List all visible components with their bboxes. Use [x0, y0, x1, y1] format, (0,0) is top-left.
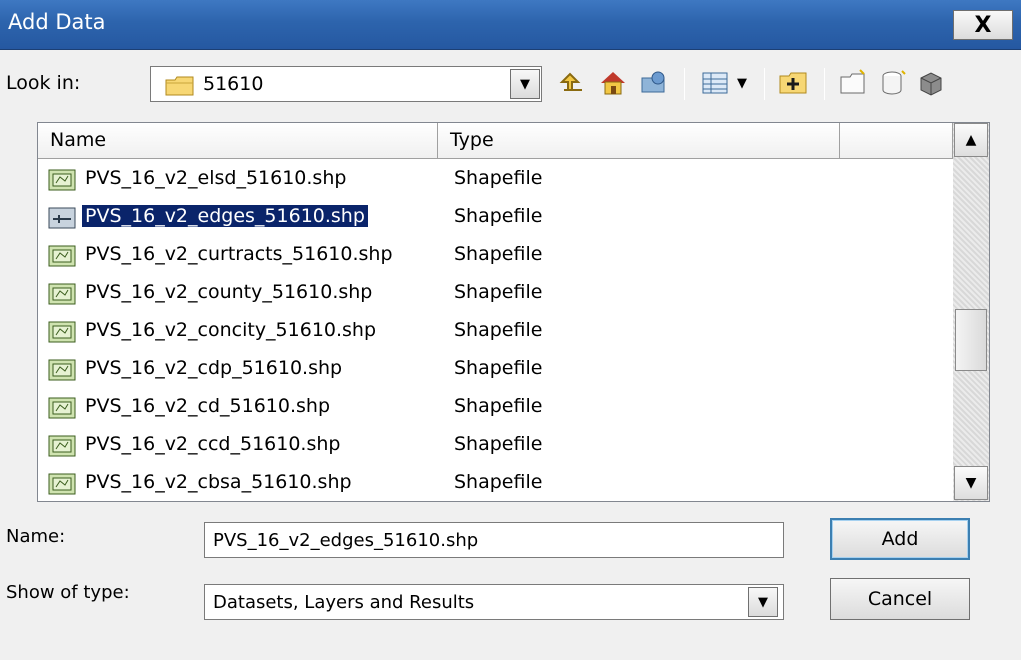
toolbar-separator: [824, 68, 825, 100]
file-name: PVS_16_v2_curtracts_51610.shp: [85, 243, 393, 265]
list-item[interactable]: PVS_16_v2_cbsa_51610.shp Shapefile: [38, 465, 953, 501]
list-header: Name Type: [38, 123, 953, 159]
file-name: PVS_16_v2_edges_51610.shp: [81, 204, 369, 228]
list-item[interactable]: PVS_16_v2_cd_51610.shp Shapefile: [38, 389, 953, 427]
polygon-shapefile-icon: [48, 169, 76, 191]
file-type: Shapefile: [454, 205, 543, 227]
up-one-level-icon[interactable]: [556, 66, 590, 100]
line-shapefile-icon: [48, 207, 76, 229]
add-folder-connection-icon[interactable]: [776, 66, 810, 100]
polygon-shapefile-icon: [48, 283, 76, 305]
file-type: Shapefile: [454, 243, 543, 265]
file-name: PVS_16_v2_cd_51610.shp: [85, 395, 331, 417]
new-geodatabase-icon[interactable]: [876, 66, 910, 100]
file-type: Shapefile: [454, 395, 543, 417]
file-name: PVS_16_v2_cbsa_51610.shp: [85, 471, 352, 493]
list-item[interactable]: PVS_16_v2_ccd_51610.shp Shapefile: [38, 427, 953, 465]
show-of-type-dropdown[interactable]: Datasets, Layers and Results: [204, 584, 784, 620]
file-list[interactable]: Name Type PVS_16_v2_elsd_51610.shp Shapef…: [37, 122, 990, 502]
show-of-type-dropdown-arrow[interactable]: ▼: [748, 587, 778, 617]
show-of-type-label: Show of type:: [6, 582, 130, 603]
scroll-thumb[interactable]: [955, 309, 987, 371]
vertical-scrollbar[interactable]: ▲ ▼: [953, 123, 989, 501]
file-type: Shapefile: [454, 471, 543, 493]
file-type: Shapefile: [454, 433, 543, 455]
polygon-shapefile-icon: [48, 321, 76, 343]
scroll-up-button[interactable]: ▲: [954, 123, 988, 157]
file-name: PVS_16_v2_concity_51610.shp: [85, 319, 377, 341]
file-type: Shapefile: [454, 357, 543, 379]
toolbar-separator: [684, 68, 685, 100]
list-item[interactable]: PVS_16_v2_concity_51610.shp Shapefile: [38, 313, 953, 351]
cancel-button[interactable]: Cancel: [830, 578, 970, 620]
file-name: PVS_16_v2_cdp_51610.shp: [85, 357, 343, 379]
polygon-shapefile-icon: [48, 473, 76, 495]
polygon-shapefile-icon: [48, 397, 76, 419]
view-menu-icon[interactable]: [698, 66, 732, 100]
list-item[interactable]: PVS_16_v2_elsd_51610.shp Shapefile: [38, 161, 953, 199]
list-item[interactable]: PVS_16_v2_curtracts_51610.shp Shapefile: [38, 237, 953, 275]
look-in-dropdown[interactable]: 51610: [150, 66, 542, 102]
column-header-extra[interactable]: [840, 123, 953, 159]
file-type: Shapefile: [454, 281, 543, 303]
window-title: Add Data: [8, 10, 106, 34]
title-bar: Add Data X: [0, 0, 1021, 50]
name-label: Name:: [6, 526, 66, 547]
look-in-label: Look in:: [6, 72, 81, 94]
look-in-dropdown-arrow[interactable]: ▼: [510, 69, 540, 99]
file-name: PVS_16_v2_county_51610.shp: [85, 281, 373, 303]
look-in-value: 51610: [203, 73, 264, 95]
connect-folder-icon[interactable]: [636, 66, 670, 100]
polygon-shapefile-icon: [48, 435, 76, 457]
toolbar-separator: [764, 68, 765, 100]
file-name: PVS_16_v2_elsd_51610.shp: [85, 167, 347, 189]
add-button[interactable]: Add: [830, 518, 970, 560]
home-icon[interactable]: [596, 66, 630, 100]
scroll-down-button[interactable]: ▼: [954, 466, 988, 500]
column-header-name[interactable]: Name: [38, 123, 438, 159]
list-item[interactable]: PVS_16_v2_edges_51610.shp Shapefile: [38, 199, 953, 237]
folder-icon: [165, 76, 194, 96]
new-folder-icon[interactable]: [836, 66, 870, 100]
list-item[interactable]: PVS_16_v2_cdp_51610.shp Shapefile: [38, 351, 953, 389]
polygon-shapefile-icon: [48, 359, 76, 381]
file-name: PVS_16_v2_ccd_51610.shp: [85, 433, 341, 455]
list-item[interactable]: PVS_16_v2_county_51610.shp Shapefile: [38, 275, 953, 313]
column-header-type[interactable]: Type: [438, 123, 840, 159]
file-type: Shapefile: [454, 167, 543, 189]
close-button[interactable]: X: [953, 10, 1013, 40]
file-type: Shapefile: [454, 319, 543, 341]
name-input[interactable]: PVS_16_v2_edges_51610.shp: [204, 522, 784, 558]
options-icon[interactable]: [914, 66, 948, 100]
polygon-shapefile-icon: [48, 245, 76, 267]
view-dropdown-arrow[interactable]: ▼: [732, 66, 752, 100]
